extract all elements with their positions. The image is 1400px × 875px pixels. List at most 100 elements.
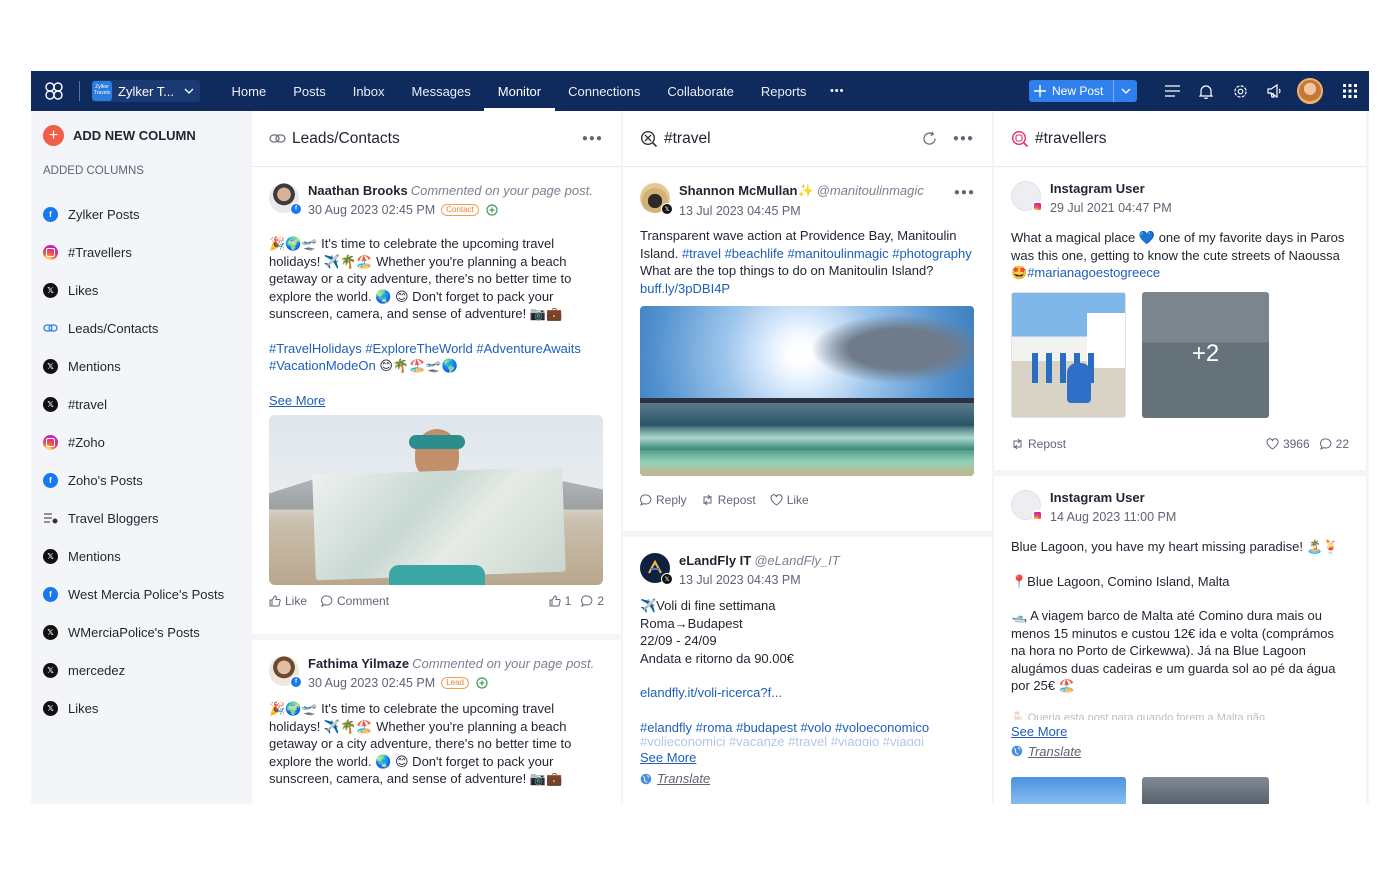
hashtag-links[interactable]: #marianagoestogreece <box>1027 265 1160 280</box>
list-icon <box>43 511 58 526</box>
new-post-dropdown[interactable] <box>1113 80 1137 102</box>
see-more-link[interactable]: See More <box>640 750 975 765</box>
translate-link[interactable]: Translate <box>1011 744 1349 759</box>
added-columns-list: f Zylker Posts #Travellers 𝕏 Likes Leads/C… <box>43 195 243 727</box>
post-header: Instagram User 14 Aug 2023 11:00 PM <box>1011 476 1349 526</box>
author-handle[interactable]: @eLandFly_IT <box>754 553 839 568</box>
nav-more-icon[interactable]: ••• <box>820 71 855 111</box>
author-avatar[interactable] <box>1011 181 1043 212</box>
author-avatar[interactable] <box>1011 490 1043 521</box>
repost-button[interactable]: Repost <box>1011 437 1066 451</box>
author-handle[interactable]: @manitoulinmagic <box>817 183 924 198</box>
author-name[interactable]: Shannon McMullan✨ @manitoulinmagic <box>679 183 924 199</box>
comment-button[interactable]: Comment <box>321 594 389 608</box>
contact-tag[interactable]: Contact <box>441 204 479 216</box>
divider <box>79 81 80 101</box>
post-image-paros-street[interactable] <box>1011 291 1126 418</box>
image-wave <box>640 426 974 450</box>
sidebar-item-wmerciapolice-posts[interactable]: 𝕏 WMerciaPolice's Posts <box>43 613 243 651</box>
zoho-social-logo-icon[interactable] <box>31 71 77 111</box>
refresh-icon[interactable] <box>922 131 937 146</box>
like-button[interactable]: Like <box>269 594 307 608</box>
add-new-column-button[interactable]: + ADD NEW COLUMN <box>43 125 196 146</box>
author-avatar[interactable]: f <box>269 183 302 215</box>
sidebar-item-zohos-posts[interactable]: f Zoho's Posts <box>43 461 243 499</box>
post-card: f Naathan Brooks Commented on your page p… <box>252 167 621 640</box>
sidebar-item-mercedez[interactable]: 𝕏mercedez <box>43 651 243 689</box>
more-options-icon[interactable]: ●●● <box>582 133 603 144</box>
sidebar-item-likes[interactable]: 𝕏 Likes <box>43 271 243 309</box>
more-options-icon[interactable]: ●●● <box>954 187 975 198</box>
post-meta: Naathan Brooks Commented on your page pos… <box>308 183 593 217</box>
translate-link[interactable]: Translate <box>640 771 975 786</box>
nav-monitor[interactable]: Monitor <box>484 71 555 111</box>
author-name[interactable]: Instagram User <box>1050 181 1172 196</box>
column-header: #travel ●●● <box>623 111 992 167</box>
post-link[interactable]: elandfly.it/voli-ricerca?f... <box>640 684 975 702</box>
sidebar-item-zylker-posts[interactable]: f Zylker Posts <box>43 195 243 233</box>
add-contact-icon[interactable] <box>485 204 499 216</box>
author-name[interactable]: Instagram User <box>1050 490 1176 505</box>
nav-posts[interactable]: Posts <box>280 71 340 111</box>
likes-count: 3966 <box>1266 437 1310 451</box>
author-avatar[interactable]: f <box>269 656 302 688</box>
repost-icon <box>1013 438 1022 449</box>
nav-connections[interactable]: Connections <box>555 71 654 111</box>
sidebar-item-travel[interactable]: 𝕏 #travel <box>43 385 243 423</box>
sidebar-item-travellers[interactable]: #Travellers <box>43 233 243 271</box>
repost-button[interactable]: Repost <box>701 493 756 507</box>
see-more-link[interactable]: See More <box>1011 724 1349 739</box>
bell-icon[interactable] <box>1189 71 1223 111</box>
author-name[interactable]: eLandFly IT @eLandFly_IT <box>679 553 840 568</box>
sidebar-item-mentions[interactable]: 𝕏 Mentions <box>43 347 243 385</box>
sidebar-item-west-mercia-police-posts[interactable]: f West Mercia Police's Posts <box>43 575 243 613</box>
more-images-count: +2 <box>1191 339 1220 367</box>
nav-reports[interactable]: Reports <box>747 71 820 111</box>
megaphone-icon[interactable] <box>1257 71 1291 111</box>
nav-home[interactable]: Home <box>218 71 280 111</box>
post-link[interactable]: buff.ly/3pDBI4P <box>640 281 730 296</box>
post-line: Blue Lagoon, you have my heart missing p… <box>1011 539 1339 554</box>
sidebar-item-zoho[interactable]: #Zoho <box>43 423 243 461</box>
column-title: #travellers <box>1035 129 1107 147</box>
author-name[interactable]: Naathan Brooks Commented on your page pos… <box>308 183 593 198</box>
add-contact-icon[interactable] <box>475 677 489 689</box>
post-image-cliffs[interactable] <box>1142 776 1269 804</box>
hashtag-links[interactable]: #travel #beachlife #manitoulinmagic #pho… <box>682 246 972 261</box>
gear-icon[interactable] <box>1223 71 1257 111</box>
post-header: 𝕏 Shannon McMullan✨ @manitoulinmagic 13 J… <box>640 167 975 218</box>
nav-inbox[interactable]: Inbox <box>339 71 398 111</box>
sidebar-item-leads-contacts[interactable]: Leads/Contacts <box>43 309 243 347</box>
more-options-icon[interactable]: ●●● <box>953 133 974 144</box>
like-button[interactable]: Like <box>770 493 809 507</box>
nav-messages[interactable]: Messages <box>398 71 484 111</box>
sidebar-item-likes-2[interactable]: 𝕏 Likes <box>43 689 243 727</box>
column-title: Leads/Contacts <box>292 129 400 147</box>
sidebar-item-mentions-2[interactable]: 𝕏 Mentions <box>43 537 243 575</box>
reply-button[interactable]: Reply <box>640 493 687 507</box>
sidebar-item-label: #travel <box>68 396 108 412</box>
new-post-button[interactable]: New Post <box>1029 80 1113 102</box>
author-name[interactable]: Fathima Yilmaze Commented on your page po… <box>308 656 594 671</box>
sidebar-item-label: Mentions <box>68 358 121 374</box>
user-avatar[interactable] <box>1297 78 1323 104</box>
menu-lines-icon[interactable] <box>1155 71 1189 111</box>
repost-label: Repost <box>1028 436 1067 451</box>
post-header: Instagram User 29 Jul 2021 04:47 PM <box>1011 167 1349 217</box>
post-image-more-overlay[interactable]: +2 <box>1142 291 1269 418</box>
post-image-lagoon[interactable] <box>1011 776 1126 804</box>
brand-switcher[interactable]: Zylker Travels Zylker T... <box>92 80 200 102</box>
author-avatar[interactable]: 𝕏 <box>640 183 673 215</box>
apps-grid-icon[interactable] <box>1333 71 1367 111</box>
post-image-map-reader[interactable] <box>269 414 603 585</box>
sidebar-item-travel-bloggers[interactable]: Travel Bloggers <box>43 499 243 537</box>
hashtag-links[interactable]: #elandfly #roma #budapest #volo #voloeco… <box>640 719 975 737</box>
hashtag-links-faded[interactable]: #volieconomici #vacanze #travel #viaggio… <box>640 736 975 746</box>
post-image-sea-wave[interactable] <box>640 306 974 476</box>
lead-tag[interactable]: Lead <box>441 677 469 689</box>
chevron-down-icon <box>184 88 194 94</box>
nav-collaborate[interactable]: Collaborate <box>654 71 748 111</box>
translate-label: Translate <box>657 771 711 786</box>
author-avatar[interactable]: 𝕏 <box>640 553 673 585</box>
see-more-link[interactable]: See More <box>269 393 604 408</box>
